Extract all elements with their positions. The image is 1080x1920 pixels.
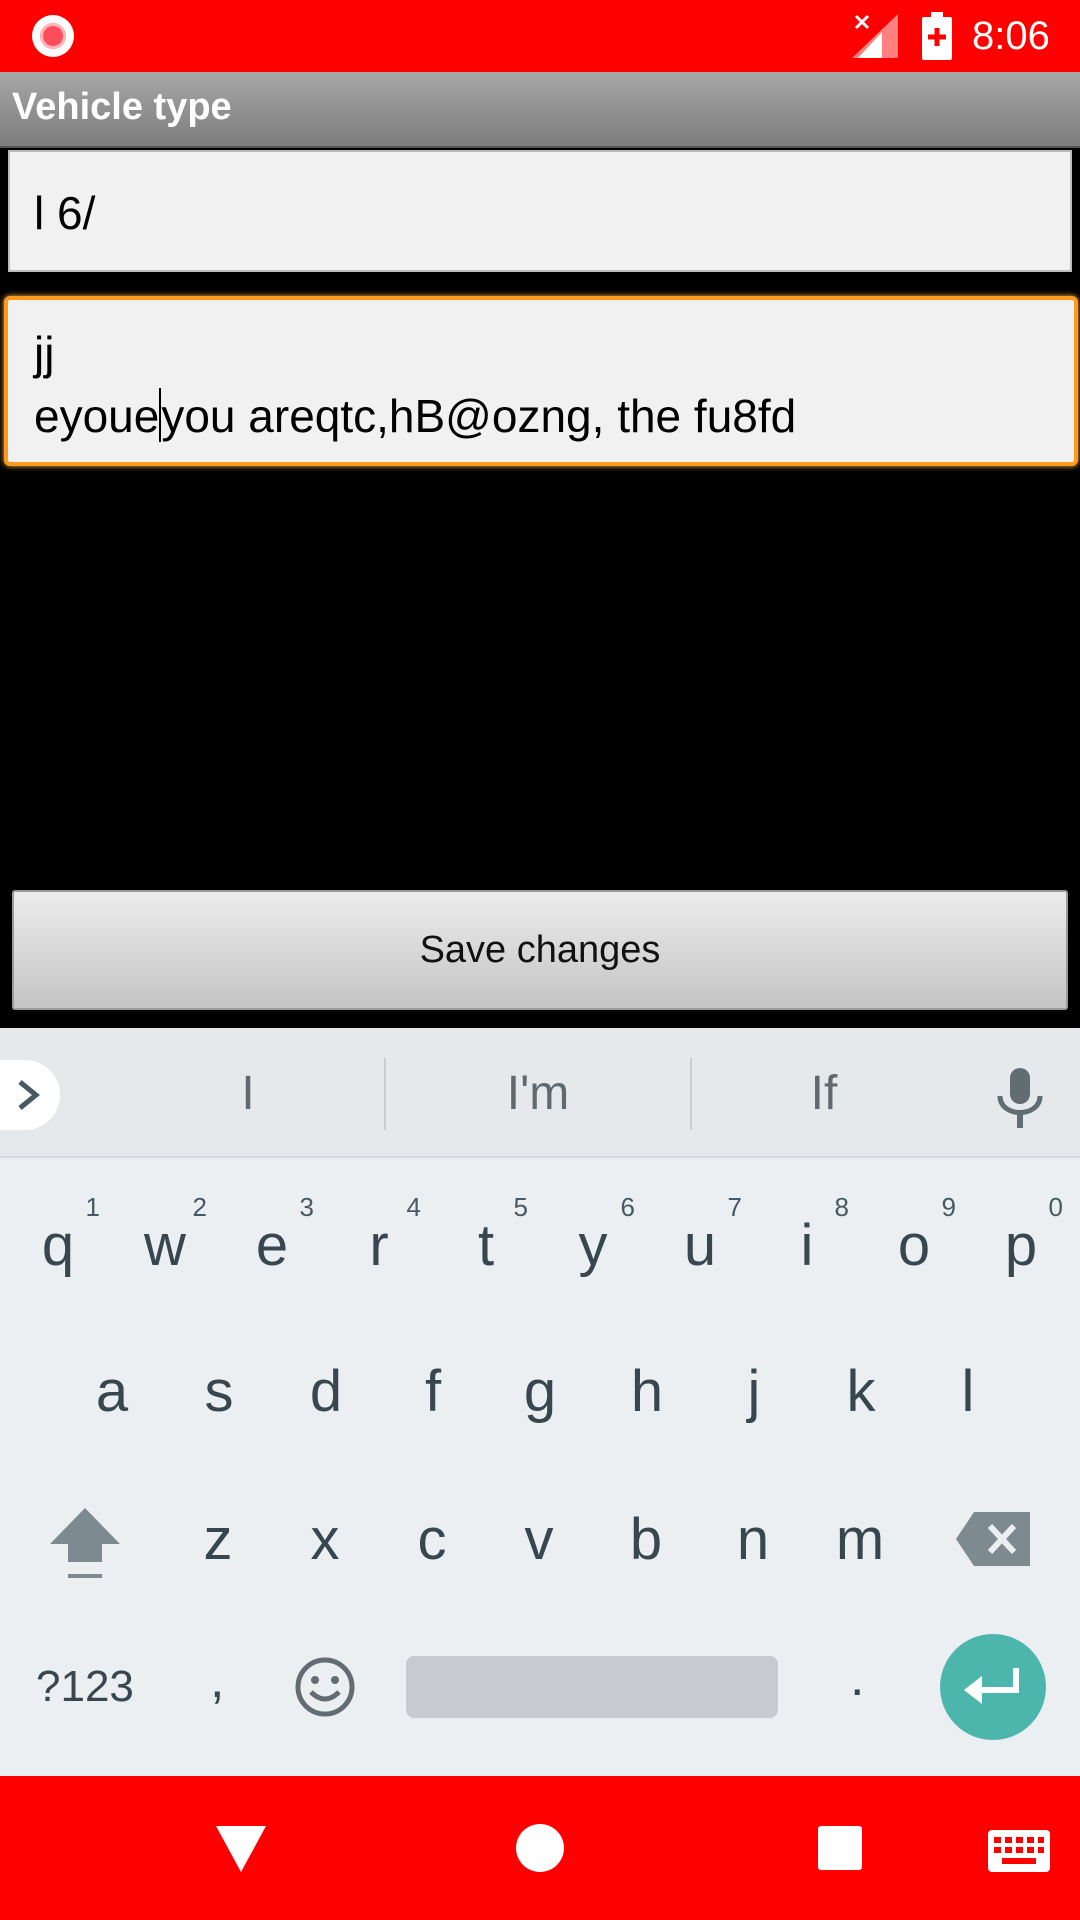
battery-charging-icon bbox=[922, 12, 952, 60]
key-label: g bbox=[523, 1359, 557, 1424]
screen-record-icon bbox=[32, 15, 74, 57]
key-label: d bbox=[309, 1359, 343, 1424]
back-icon[interactable] bbox=[216, 1826, 266, 1872]
key-w[interactable]: w2 bbox=[115, 1182, 215, 1302]
key-z[interactable]: z bbox=[168, 1476, 268, 1596]
key-k[interactable]: k bbox=[811, 1328, 911, 1448]
recents-icon[interactable] bbox=[818, 1826, 862, 1870]
key-g[interactable]: g bbox=[490, 1328, 590, 1448]
key-hint-number: 8 bbox=[834, 1192, 849, 1222]
navigation-bar bbox=[0, 1776, 1080, 1920]
key-label: b bbox=[629, 1507, 663, 1572]
soft-keyboard: I I'm If ?123 , . q1w 2 e 3 r 4 t 5 y 6 … bbox=[0, 1028, 1080, 1776]
key-hint-number: 9 bbox=[941, 1192, 956, 1222]
key-n[interactable]: n bbox=[703, 1476, 803, 1596]
expand-toolbar-button[interactable] bbox=[0, 1060, 60, 1130]
page-title: Vehicle type bbox=[12, 86, 232, 128]
key-v[interactable]: v bbox=[489, 1476, 589, 1596]
key-label: m bbox=[835, 1507, 885, 1572]
suggestion-divider bbox=[690, 1058, 692, 1130]
suggestion-1[interactable]: I bbox=[148, 1066, 348, 1121]
textarea-line-2: eyoueyou areqtc,hB@ozng, the fu8fd bbox=[34, 388, 796, 443]
key-label: x bbox=[310, 1507, 340, 1572]
key-q[interactable]: q1 bbox=[8, 1182, 108, 1302]
text-after-caret: you areqtc,hB@ozng, the fu8fd bbox=[161, 390, 797, 442]
key-i[interactable]: i8 bbox=[757, 1182, 857, 1302]
enter-button[interactable] bbox=[940, 1634, 1046, 1740]
key-h[interactable]: h bbox=[597, 1328, 697, 1448]
key-label: v bbox=[524, 1507, 554, 1572]
key-label: c bbox=[417, 1507, 447, 1572]
textarea-line-1: jj bbox=[34, 327, 55, 379]
key-a[interactable]: a bbox=[62, 1328, 162, 1448]
key-u[interactable]: u7 bbox=[650, 1182, 750, 1302]
emoji-icon[interactable] bbox=[294, 1656, 356, 1718]
no-signal-icon bbox=[852, 14, 898, 58]
vehicle-type-value: l 6/ bbox=[34, 187, 96, 239]
key-label: z bbox=[203, 1507, 233, 1572]
key-d[interactable]: d bbox=[276, 1328, 376, 1448]
key-label: j bbox=[747, 1359, 761, 1424]
key-f[interactable]: f bbox=[383, 1328, 483, 1448]
key-e[interactable]: e3 bbox=[222, 1182, 322, 1302]
chevron-right-icon bbox=[18, 1080, 40, 1110]
backspace-icon[interactable] bbox=[956, 1512, 1030, 1566]
key-hint-number: 5 bbox=[513, 1192, 528, 1222]
suggestion-strip: I I'm If bbox=[0, 1028, 1080, 1158]
key-hint-number: 3 bbox=[299, 1192, 314, 1222]
clock: 8:06 bbox=[972, 14, 1050, 58]
key-t[interactable]: t5 bbox=[436, 1182, 536, 1302]
key-hint-number: 1 bbox=[85, 1192, 100, 1222]
key-j[interactable]: j bbox=[704, 1328, 804, 1448]
key-label: h bbox=[630, 1359, 664, 1424]
key-l[interactable]: l bbox=[918, 1328, 1018, 1448]
suggestion-divider bbox=[384, 1058, 386, 1130]
key-c[interactable]: c bbox=[382, 1476, 482, 1596]
microphone-icon[interactable] bbox=[996, 1068, 1044, 1130]
key-m[interactable]: m bbox=[810, 1476, 910, 1596]
home-icon[interactable] bbox=[516, 1824, 564, 1872]
period-key[interactable]: . bbox=[850, 1648, 864, 1708]
key-label: k bbox=[846, 1359, 876, 1424]
text-before-caret: eyoue bbox=[34, 390, 160, 442]
comma-key[interactable]: , bbox=[210, 1650, 224, 1710]
key-label: s bbox=[204, 1359, 234, 1424]
key-label: l bbox=[961, 1359, 975, 1424]
status-bar: 8:06 bbox=[0, 0, 1080, 72]
keyboard-switch-icon[interactable] bbox=[988, 1830, 1050, 1872]
key-o[interactable]: o9 bbox=[864, 1182, 964, 1302]
key-p[interactable]: p0 bbox=[971, 1182, 1071, 1302]
key-label: a bbox=[95, 1359, 129, 1424]
key-label: f bbox=[424, 1359, 442, 1424]
space-bar[interactable] bbox=[406, 1656, 778, 1718]
key-y[interactable]: y6 bbox=[543, 1182, 643, 1302]
symbols-key[interactable]: ?123 bbox=[36, 1662, 134, 1712]
suggestion-3[interactable]: If bbox=[724, 1066, 924, 1121]
key-hint-number: 0 bbox=[1048, 1192, 1063, 1222]
enter-icon bbox=[964, 1668, 1019, 1704]
app-title-bar: Vehicle type bbox=[0, 72, 1080, 148]
key-hint-number: 6 bbox=[620, 1192, 635, 1222]
key-r[interactable]: r4 bbox=[329, 1182, 429, 1302]
vehicle-type-input[interactable]: l 6/ bbox=[8, 150, 1072, 272]
key-hint-number: 4 bbox=[406, 1192, 421, 1222]
key-s[interactable]: s bbox=[169, 1328, 269, 1448]
save-changes-button[interactable]: Save changes bbox=[12, 890, 1068, 1010]
suggestion-2[interactable]: I'm bbox=[438, 1066, 638, 1121]
key-hint-number: 2 bbox=[192, 1192, 207, 1222]
key-b[interactable]: b bbox=[596, 1476, 696, 1596]
shift-icon[interactable] bbox=[48, 1506, 122, 1582]
description-textarea[interactable]: jj eyoueyou areqtc,hB@ozng, the fu8fd bbox=[4, 296, 1078, 466]
key-x[interactable]: x bbox=[275, 1476, 375, 1596]
key-label: n bbox=[736, 1507, 770, 1572]
key-hint-number: 7 bbox=[727, 1192, 742, 1222]
